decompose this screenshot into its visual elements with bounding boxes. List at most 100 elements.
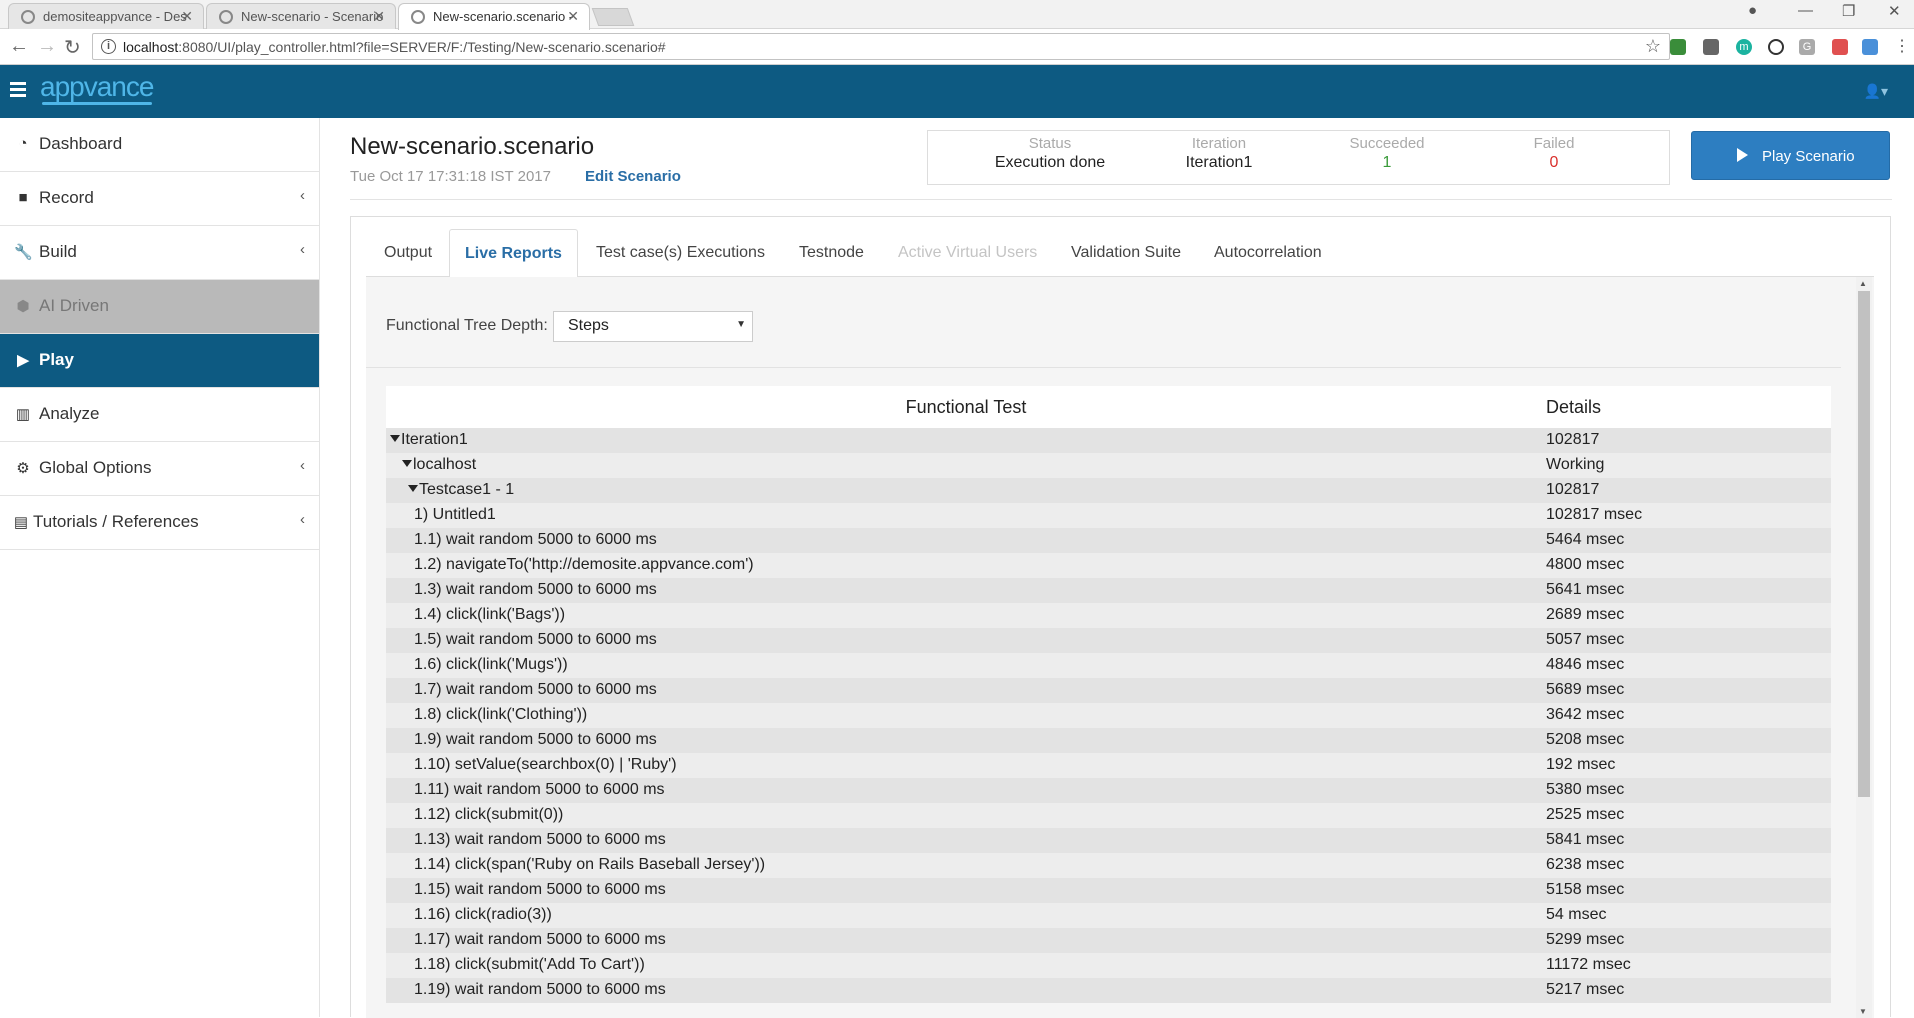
table-row: 1) Untitled1 102817 msec (386, 503, 1831, 528)
close-icon[interactable]: ✕ (373, 8, 385, 25)
sidebar-item-label: Tutorials / References (33, 512, 199, 531)
sidebar-item-record[interactable]: ■ Record ‹ (0, 172, 319, 226)
user-menu-icon[interactable]: 👤▾ (1864, 83, 1888, 100)
table-row: 1.17) wait random 5000 to 6000 ms 5299 ms… (386, 928, 1831, 953)
sidebar-item-analyze[interactable]: ▥ Analyze (0, 388, 319, 442)
succeeded-label: Succeeded (1349, 135, 1425, 152)
sidebar-item-ai-driven[interactable]: ⬢ AI Driven (0, 280, 319, 334)
info-icon[interactable]: i (101, 39, 116, 54)
step-label: 1.15) wait random 5000 to 6000 ms (414, 881, 666, 898)
sidebar-item-label: Dashboard (39, 134, 123, 153)
step-label: Iteration1 (401, 431, 468, 448)
iteration-value: Iteration1 (1185, 154, 1253, 171)
step-label: 1.13) wait random 5000 to 6000 ms (414, 831, 666, 848)
menu-kebab-icon[interactable]: ⋮ (1894, 39, 1910, 55)
book-icon: ▤ (13, 514, 29, 531)
details-cell: 54 msec (1546, 906, 1607, 923)
sidebar-item-dashboard[interactable]: ◔ Dashboard (0, 118, 319, 172)
caret-down-icon[interactable] (390, 435, 400, 442)
iteration-column: Iteration Iteration1 (1144, 135, 1294, 172)
tab-autocorrelation[interactable]: Autocorrelation (1214, 229, 1322, 277)
step-label: 1.6) click(link('Mugs')) (414, 656, 568, 673)
tab-test-case-executions[interactable]: Test case(s) Executions (596, 229, 765, 277)
restore-icon[interactable]: ❐ (1842, 2, 1855, 20)
chevron-left-icon: ‹ (300, 187, 305, 204)
caret-down-icon[interactable] (408, 485, 418, 492)
table-row: 1.19) wait random 5000 to 6000 ms 5217 ms… (386, 978, 1831, 1003)
sidebar-item-tutorials[interactable]: ▤ Tutorials / References ‹ (0, 496, 319, 550)
tab-output[interactable]: Output (384, 229, 432, 277)
tab-active-virtual-users[interactable]: Active Virtual Users (898, 229, 1037, 277)
app-header: appvance 👤▾ (0, 65, 1914, 118)
tab-testnode[interactable]: Testnode (799, 229, 864, 277)
close-icon[interactable]: ✕ (181, 8, 193, 25)
vertical-scrollbar[interactable]: ▲ ▼ (1856, 277, 1872, 1018)
functional-test-cell: 1.11) wait random 5000 to 6000 ms (414, 781, 665, 799)
functional-test-table: Functional Test Details Iteration1 102817… (386, 386, 1831, 1003)
details-cell: 2689 msec (1546, 606, 1625, 623)
reload-icon[interactable]: ↻ (64, 35, 81, 60)
table-row[interactable]: Testcase1 - 1 102817 (386, 478, 1831, 503)
live-reports-content: Functional Tree Depth: Steps ▼ Functiona… (366, 277, 1874, 1018)
reports-panel: Output Live Reports Test case(s) Executi… (350, 216, 1891, 1018)
appvance-favicon-icon (411, 10, 425, 24)
table-row[interactable]: localhost Working (386, 453, 1831, 478)
sidebar-item-global-options[interactable]: ⚙ Global Options ‹ (0, 442, 319, 496)
scroll-down-icon[interactable]: ▼ (1859, 1007, 1867, 1016)
close-icon[interactable]: ✕ (567, 8, 579, 25)
minimize-icon[interactable]: — (1798, 2, 1813, 19)
forward-icon[interactable]: → (37, 35, 57, 58)
details-cell: 5217 msec (1546, 981, 1625, 998)
profile-icon[interactable]: ● (1748, 2, 1757, 19)
details-cell: 4846 msec (1546, 656, 1625, 673)
cogs-icon: ⚙ (16, 460, 30, 477)
extension-icon[interactable] (1862, 39, 1878, 55)
browser-tab[interactable]: demositeappvance - Des ✕ (8, 3, 204, 29)
scroll-up-icon[interactable]: ▲ (1859, 279, 1867, 288)
functional-test-cell: 1.12) click(submit(0)) (414, 806, 563, 824)
extension-icon[interactable]: m (1736, 39, 1752, 55)
tab-live-reports[interactable]: Live Reports (449, 229, 578, 278)
tab-validation-suite[interactable]: Validation Suite (1071, 229, 1181, 277)
browser-tab-active[interactable]: New-scenario.scenario - ✕ (398, 3, 590, 30)
bookmark-star-icon[interactable]: ☆ (1645, 36, 1661, 57)
tree-depth-select[interactable]: Steps ▼ (553, 311, 753, 342)
url-field[interactable]: i localhost:8080/UI/play_controller.html… (92, 33, 1670, 60)
functional-test-cell: 1.19) wait random 5000 to 6000 ms (414, 981, 666, 999)
functional-test-cell: 1.17) wait random 5000 to 6000 ms (414, 931, 666, 949)
failed-label: Failed (1533, 135, 1575, 152)
table-row[interactable]: Iteration1 102817 (386, 428, 1831, 453)
sidebar-item-label: Analyze (39, 404, 100, 423)
new-tab-button[interactable] (591, 8, 635, 26)
table-body: Iteration1 102817 localhost Working Testcase… (386, 428, 1831, 1003)
hamburger-menu-icon[interactable] (10, 82, 26, 100)
back-icon[interactable]: ← (9, 35, 29, 58)
edit-scenario-link[interactable]: Edit Scenario (585, 168, 681, 185)
step-label: localhost (413, 456, 477, 473)
table-row: 1.11) wait random 5000 to 6000 ms 5380 ms… (386, 778, 1831, 803)
step-label: 1.5) wait random 5000 to 6000 ms (414, 631, 657, 648)
play-icon (1737, 148, 1748, 162)
url-text: localhost:8080/UI/play_controller.html?f… (123, 39, 666, 55)
status-label: Status (1028, 135, 1072, 152)
scrollbar-thumb[interactable] (1858, 291, 1870, 797)
sidebar: ◔ Dashboard ■ Record ‹ 🔧 Build ‹ ⬢ AI Dr… (0, 118, 320, 1017)
functional-test-cell: 1.8) click(link('Clothing')) (414, 706, 587, 724)
extension-icon[interactable] (1670, 39, 1686, 55)
table-row: 1.16) click(radio(3)) 54 msec (386, 903, 1831, 928)
extension-icon[interactable] (1832, 39, 1848, 55)
chevron-left-icon: ‹ (300, 457, 305, 474)
extension-icon[interactable] (1703, 39, 1719, 55)
table-row: 1.9) wait random 5000 to 6000 ms 5208 mse… (386, 728, 1831, 753)
browser-tab[interactable]: New-scenario - Scenario ✕ (206, 3, 396, 29)
caret-down-icon[interactable] (402, 460, 412, 467)
details-cell: 5299 msec (1546, 931, 1625, 948)
functional-test-cell: 1) Untitled1 (414, 506, 496, 524)
extension-icon[interactable]: G (1799, 39, 1815, 55)
sidebar-item-play[interactable]: ▶ Play (0, 334, 319, 388)
sidebar-item-build[interactable]: 🔧 Build ‹ (0, 226, 319, 280)
details-cell: 5689 msec (1546, 681, 1625, 698)
play-scenario-button[interactable]: Play Scenario (1691, 131, 1890, 180)
extension-icon[interactable] (1768, 39, 1784, 55)
close-window-icon[interactable]: ✕ (1888, 2, 1901, 20)
